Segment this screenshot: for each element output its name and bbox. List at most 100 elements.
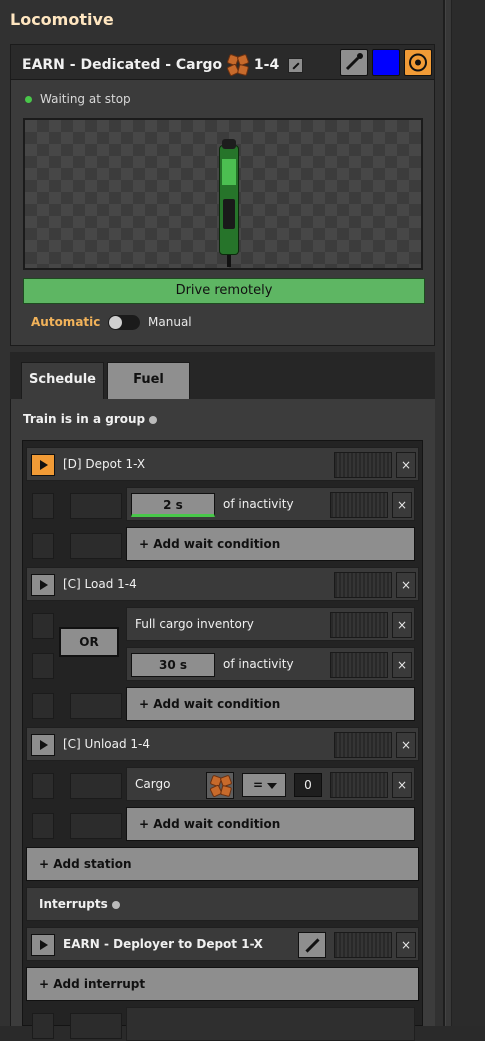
drag-handle[interactable] — [330, 652, 388, 678]
mode-switch: Automatic Manual — [31, 315, 192, 330]
train-name-suffix: 1-4 — [253, 57, 280, 73]
schedule-panel: Train is in a group [D] Depot 1-X × 2 s … — [10, 399, 435, 1041]
empty-slot — [70, 533, 122, 559]
drag-handle[interactable] — [334, 932, 392, 958]
station-name: [D] Depot 1-X — [63, 457, 146, 471]
empty-slot — [32, 1013, 54, 1039]
empty-slot — [70, 1013, 122, 1039]
wait-condition-row — [126, 1007, 415, 1041]
condition-label: Cargo — [135, 777, 171, 791]
comparator-dropdown[interactable]: = — [242, 773, 286, 797]
train-name: EARN - Dedicated - Cargo 1-4 — [22, 53, 304, 77]
group-label: Train is in a group — [23, 412, 146, 426]
close-icon[interactable]: × — [396, 452, 416, 478]
add-wait-condition-button[interactable]: + Add wait condition — [126, 687, 415, 721]
empty-slot — [32, 533, 54, 559]
locomotive-window: Locomotive EARN - Dedicated - Cargo 1-4 … — [0, 0, 445, 1041]
condition-label: of inactivity — [223, 497, 294, 511]
info-icon[interactable] — [149, 415, 158, 424]
close-icon[interactable]: × — [392, 652, 412, 678]
station-row[interactable]: [C] Load 1-4 × — [26, 567, 419, 601]
color-picker-button[interactable] — [372, 49, 400, 76]
station-name: [C] Unload 1-4 — [63, 737, 151, 751]
status-dot-icon — [25, 96, 32, 103]
close-icon[interactable]: × — [392, 612, 412, 638]
empty-slot — [32, 493, 54, 519]
empty-slot — [70, 693, 122, 719]
station-name: [C] Load 1-4 — [63, 577, 137, 591]
close-icon[interactable]: × — [396, 572, 416, 598]
empty-slot — [70, 813, 122, 839]
cargo-icon — [209, 774, 233, 798]
mode-toggle[interactable] — [108, 315, 141, 330]
eyedropper-button[interactable] — [340, 49, 368, 76]
drive-remotely-button[interactable]: Drive remotely — [23, 278, 425, 304]
wait-condition-row[interactable]: 2 s of inactivity × — [126, 487, 415, 521]
add-wait-condition-button[interactable]: + Add wait condition — [126, 807, 415, 841]
close-icon[interactable]: × — [392, 492, 412, 518]
add-station-button[interactable]: + Add station — [26, 847, 419, 881]
tab-fuel[interactable]: Fuel — [107, 362, 190, 399]
tab-bar: Schedule Fuel — [10, 352, 435, 400]
play-icon[interactable] — [31, 574, 55, 596]
condition-value-button[interactable]: 2 s — [131, 493, 215, 517]
drag-handle[interactable] — [330, 492, 388, 518]
drag-handle[interactable] — [334, 732, 392, 758]
locomotive-preview[interactable] — [23, 118, 423, 270]
condition-label: Full cargo inventory — [135, 617, 254, 631]
edit-pencil-icon[interactable] — [298, 932, 326, 958]
interrupt-name: EARN - Deployer to Depot 1-X — [63, 937, 263, 951]
train-panel: EARN - Dedicated - Cargo 1-4 Waiting at … — [10, 44, 435, 346]
interrupts-label: Interrupts — [39, 897, 108, 911]
train-name-bar: EARN - Dedicated - Cargo 1-4 — [11, 45, 434, 80]
drag-handle[interactable] — [334, 452, 392, 478]
drag-handle[interactable] — [334, 572, 392, 598]
item-slot[interactable] — [206, 772, 234, 799]
train-map-button[interactable] — [404, 49, 432, 76]
station-row[interactable]: [C] Unload 1-4 × — [26, 727, 419, 761]
condition-label: of inactivity — [223, 657, 294, 671]
empty-slot — [70, 493, 122, 519]
schedule-list: [D] Depot 1-X × 2 s of inactivity × + Ad… — [22, 440, 423, 1041]
compass-icon — [409, 53, 427, 72]
tab-schedule[interactable]: Schedule — [21, 362, 104, 399]
condition-value-button[interactable]: 30 s — [131, 653, 215, 677]
window-divider — [446, 0, 452, 1026]
close-icon[interactable]: × — [396, 932, 416, 958]
play-icon[interactable] — [31, 934, 55, 956]
empty-slot — [32, 693, 54, 719]
empty-slot — [32, 653, 54, 679]
mode-manual-label: Manual — [148, 315, 192, 329]
drag-handle[interactable] — [330, 612, 388, 638]
or-connector-button[interactable]: OR — [59, 627, 119, 657]
cargo-icon — [226, 53, 250, 77]
add-interrupt-button[interactable]: + Add interrupt — [26, 967, 419, 1001]
empty-slot — [32, 813, 54, 839]
status-text: Waiting at stop — [40, 92, 131, 106]
amount-field[interactable]: 0 — [294, 773, 322, 797]
train-name-text: EARN - Dedicated - Cargo — [22, 57, 223, 73]
play-icon[interactable] — [31, 734, 55, 756]
info-icon[interactable] — [111, 900, 120, 909]
empty-slot — [70, 773, 122, 799]
close-icon[interactable]: × — [396, 732, 416, 758]
interrupts-header: Interrupts — [26, 887, 419, 921]
wait-condition-row[interactable]: Cargo = 0 × — [126, 767, 415, 801]
eyedropper-icon — [345, 53, 363, 71]
add-wait-condition-button[interactable]: + Add wait condition — [126, 527, 415, 561]
interrupt-row[interactable]: EARN - Deployer to Depot 1-X × — [26, 927, 419, 961]
mode-automatic-label: Automatic — [31, 315, 101, 329]
window-title: Locomotive — [10, 10, 114, 29]
wait-condition-row[interactable]: Full cargo inventory × — [126, 607, 415, 641]
empty-slot — [32, 773, 54, 799]
group-line: Train is in a group — [23, 412, 158, 426]
play-icon[interactable] — [31, 454, 55, 476]
drag-handle[interactable] — [330, 772, 388, 798]
locomotive-icon — [215, 139, 243, 267]
background-panel — [445, 0, 485, 1026]
wait-condition-row[interactable]: 30 s of inactivity × — [126, 647, 415, 681]
rename-icon[interactable] — [288, 57, 304, 73]
station-row[interactable]: [D] Depot 1-X × — [26, 447, 419, 481]
train-status: Waiting at stop — [25, 92, 131, 106]
close-icon[interactable]: × — [392, 772, 412, 798]
